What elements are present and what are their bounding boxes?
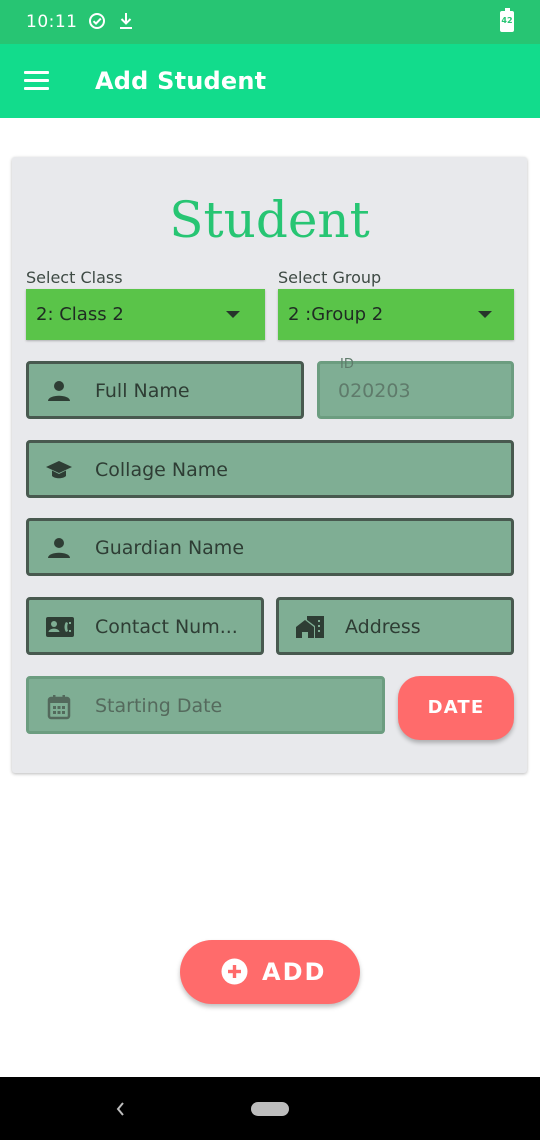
id-label: ID [340,357,354,372]
status-bar: 10:11 42 [0,0,540,44]
home-pill-icon[interactable] [251,1102,289,1116]
calendar-icon [45,694,73,720]
home-work-icon [295,615,324,639]
id-value: 020203 [338,380,411,402]
person-icon [45,379,73,403]
battery-icon: 42 [500,8,514,32]
person-icon [45,536,73,560]
add-circle-icon [221,958,248,985]
date-button[interactable]: DATE [398,676,514,740]
battery-level: 42 [501,16,513,25]
graduation-cap-icon [45,458,73,482]
app-title: Add Student [95,67,267,95]
class-dropdown-value: 2: Class 2 [36,304,124,325]
download-icon [118,12,134,35]
full-name-field[interactable]: Full Name [26,361,304,419]
status-time: 10:11 [26,12,78,32]
group-dropdown-value: 2 :Group 2 [288,304,384,325]
chevron-down-icon [226,311,240,318]
college-name-placeholder: Collage Name [95,459,228,481]
college-name-field[interactable]: Collage Name [26,440,514,498]
class-dropdown[interactable]: 2: Class 2 [26,289,265,340]
select-class-label: Select Class [26,268,123,287]
app-bar: Add Student [0,44,540,118]
guardian-name-placeholder: Guardian Name [95,537,245,559]
guardian-name-field[interactable]: Guardian Name [26,518,514,576]
system-navigation-bar [0,1077,540,1140]
chevron-down-icon [478,311,492,318]
check-circle-icon [88,12,106,35]
contact-number-placeholder: Contact Num... [95,616,238,638]
starting-date-placeholder: Starting Date [95,695,223,717]
student-form-card: Student Select Class 2: Class 2 Select G… [12,157,527,773]
contact-card-icon [45,615,74,639]
group-dropdown[interactable]: 2 :Group 2 [278,289,514,340]
full-name-placeholder: Full Name [95,380,190,402]
address-field[interactable]: Address [276,597,514,655]
back-icon[interactable] [113,1099,129,1119]
id-field: ID 020203 [317,357,514,419]
add-button[interactable]: ADD [180,940,360,1004]
address-placeholder: Address [345,616,421,638]
hamburger-menu-icon[interactable] [24,71,49,91]
starting-date-field[interactable]: Starting Date [26,676,385,734]
contact-number-field[interactable]: Contact Num... [26,597,264,655]
form-heading: Student [169,191,370,249]
add-button-label: ADD [262,958,327,986]
select-group-label: Select Group [278,268,382,287]
